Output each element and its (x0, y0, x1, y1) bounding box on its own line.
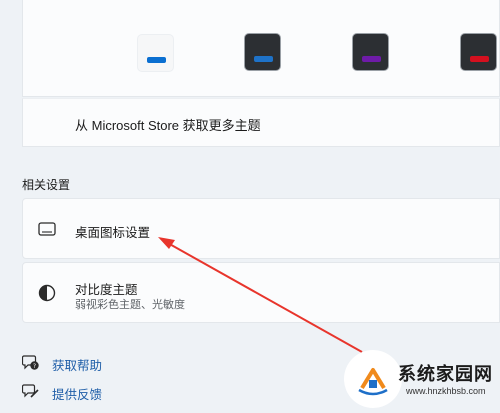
watermark-logo (344, 350, 402, 408)
annotation-arrow (158, 237, 363, 353)
site-watermark: 系统家园网 www.hnzkhbsb.com (344, 350, 500, 410)
watermark-url: www.hnzkhbsb.com (406, 386, 486, 396)
watermark-text: 系统家园网 (398, 364, 493, 384)
